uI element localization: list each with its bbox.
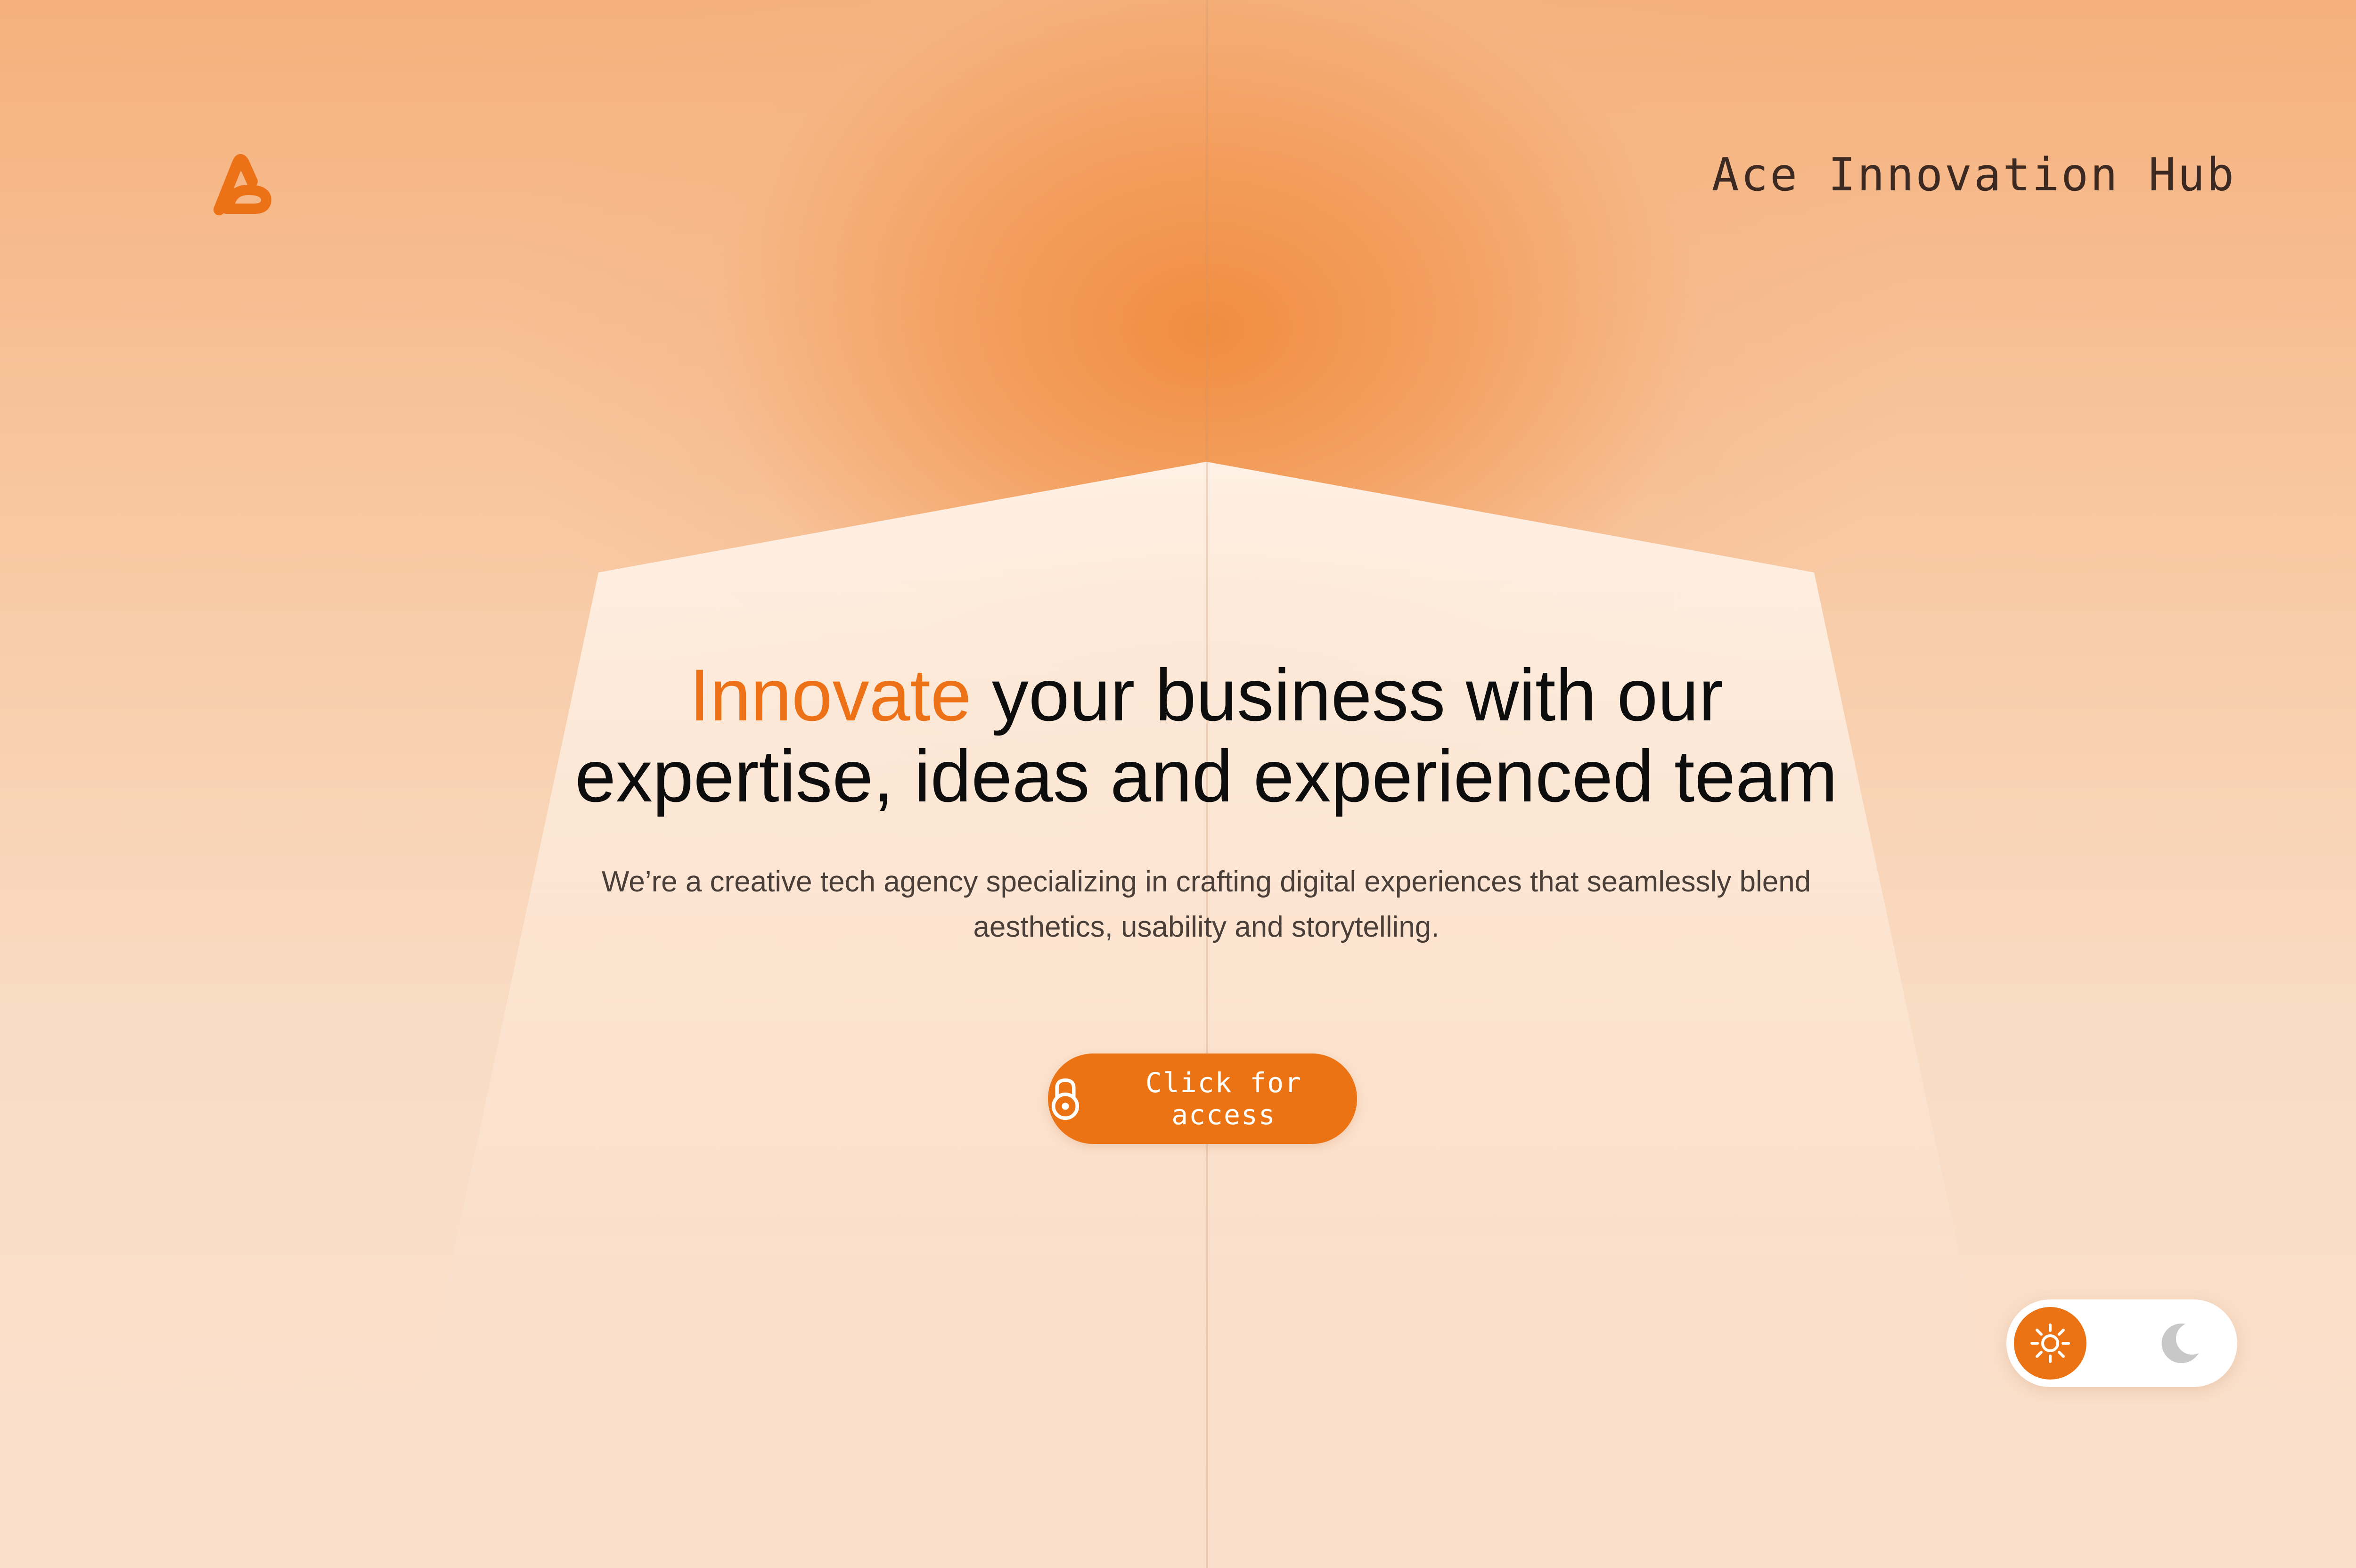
light-mode-option[interactable] [2014,1307,2086,1380]
brand-title: Ace Innovation Hub [1711,148,2236,201]
hero-subtext: We’re a creative tech agency specializin… [570,859,1842,950]
sun-icon [2030,1323,2070,1363]
theme-toggle[interactable] [2006,1299,2237,1387]
subtext-line1: We’re a creative tech agency specializin… [601,866,1811,898]
access-button-label: Click for access [1145,1067,1302,1131]
lock-icon [1051,1078,1080,1120]
headline-line1-rest: your business with our [971,654,1723,736]
ace-logo-icon[interactable] [205,148,276,219]
access-button[interactable]: Click for access [1048,1054,1357,1144]
moon-icon[interactable] [2156,1319,2203,1366]
headline-line2: expertise, ideas and experienced team [575,735,1838,817]
hero-section: Innovate your business with our expertis… [452,655,1960,950]
hero-headline: Innovate your business with our expertis… [452,655,1960,817]
subtext-line2: aesthetics, usability and storytelling. [973,911,1440,943]
headline-accent-word: Innovate [689,654,972,736]
